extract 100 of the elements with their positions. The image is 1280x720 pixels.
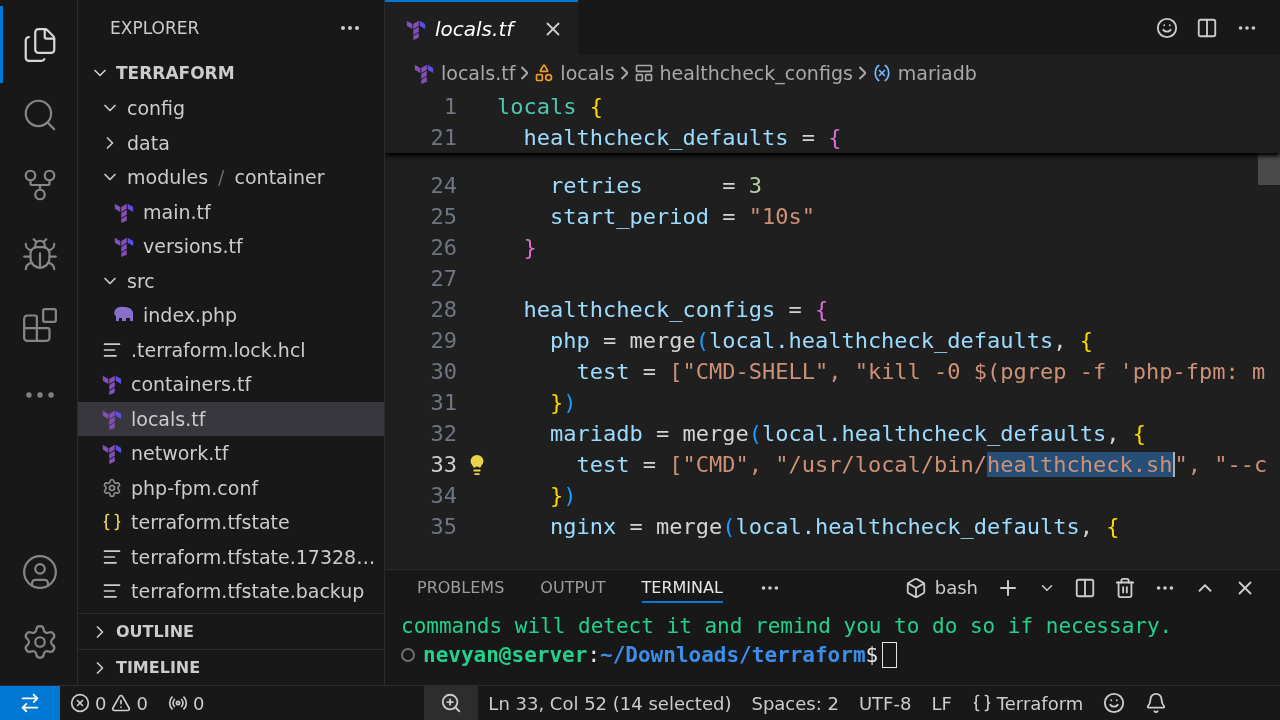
code-token: ( [748,421,762,446]
path-separator: / [218,166,225,189]
file-tree-item[interactable]: terraform.tfstate.backup [78,574,384,609]
prompt-user: nevyan@server [423,642,588,667]
terraform-icon [101,373,123,396]
file-tree-item[interactable]: network.tf [78,436,384,471]
file-tree-item[interactable]: php-fpm.conf [78,470,384,505]
file-name: container [234,166,325,189]
section-header[interactable]: OUTLINE [78,613,384,649]
breadcrumb-item[interactable]: locals.tf [441,62,516,84]
line-number: 27 [429,266,457,291]
code-token: } [522,235,537,260]
remote-button[interactable] [0,686,60,720]
file-name: terraform.tfstate.17328… [131,545,376,568]
bell-icon[interactable] [1145,692,1168,714]
smile-icon[interactable] [1156,16,1178,39]
line-number: 31 [429,390,457,415]
trash-icon[interactable] [1114,576,1136,599]
code-token: = [721,204,737,229]
file-tree-item[interactable]: index.php [78,298,384,333]
split-editor-icon[interactable] [1196,16,1218,39]
file-tree-item[interactable]: terraform.tfstate.17328… [78,539,384,574]
code-token: mariadb [548,421,643,446]
sidebar-title: EXPLORER [110,17,200,38]
status-circle-icon [401,647,415,662]
file-name: terraform.tfstate.backup [131,580,365,603]
file-name: containers.tf [131,373,252,396]
panel-tab[interactable]: TERMINAL [641,572,723,603]
extensions-icon[interactable] [21,305,59,344]
code-token: ", "--c [1174,452,1268,477]
line-ending[interactable]: LF [931,692,952,714]
file-tree-item[interactable]: containers.tf [78,367,384,402]
file-tree-item[interactable]: terraform.tfstate [78,505,384,540]
breadcrumb-item[interactable]: locals [560,62,615,84]
line-number: 33 [429,452,457,477]
braces-icon [971,693,992,713]
error-icon [70,693,90,713]
account-icon[interactable] [21,552,59,591]
file-tree-item[interactable]: locals.tf [78,401,384,436]
shapes-icon [534,63,555,83]
code-token: healthcheck_defaults [522,125,789,150]
shell-name[interactable]: bash [934,577,978,598]
file-name: network.tf [131,442,229,465]
cursor-position[interactable]: Ln 33, Col 52 (14 selected) [488,692,732,714]
code-token: test [575,359,630,384]
warning-count[interactable]: 0 [136,692,148,714]
line-number: 1 [442,94,457,119]
section-title: TIMELINE [116,658,201,677]
code-token: = merge [654,421,749,446]
file-name: php-fpm.conf [131,476,259,499]
line-number: 25 [429,204,457,229]
gear-icon [102,477,122,498]
error-count[interactable]: 0 [95,692,107,714]
code-token: local.healthcheck_defaults [735,514,1080,539]
line-number: 21 [429,125,457,150]
terminal-cursor [882,641,898,668]
line-number: 34 [429,483,457,508]
file-tree-item[interactable]: main.tf [78,194,384,229]
zoom-in-icon [440,692,463,714]
code-token: retries [548,173,643,198]
breadcrumb-item[interactable]: healthcheck_configs [659,62,853,84]
remote-icon [19,692,41,714]
language-mode[interactable]: Terraform [996,692,1084,714]
line-number: 30 [429,359,457,384]
code-token: local.healthcheck_defaults [708,328,1054,353]
chevron-right-icon [620,66,628,80]
editor-tab[interactable]: locals.tf [385,0,578,55]
code-token: } [548,390,564,415]
structure-icon [633,63,654,83]
encoding[interactable]: UTF-8 [858,692,912,714]
line-number: 28 [429,297,457,322]
file-tree-item[interactable]: config [78,91,384,126]
panel-tab[interactable]: OUTPUT [540,572,606,603]
code-token: { [589,94,603,119]
ports-icon [167,693,188,713]
panel-tab[interactable]: PROBLEMS [417,572,505,603]
code-token: php [548,328,590,353]
file-tree-item[interactable]: modules / container [78,160,384,195]
indentation[interactable]: Spaces: 2 [751,692,839,714]
chevron-right-icon [858,66,866,80]
zoom-button[interactable] [424,686,479,720]
line-number: 24 [429,173,457,198]
terminal-output: commands will detect it and remind you to do so if necessary. [401,613,1173,638]
file-tree-item[interactable]: .terraform.lock.hcl [78,332,384,367]
code-token: "10s" [748,204,815,229]
file-tree-item[interactable]: data [78,125,384,160]
file-tree-item[interactable]: src [78,263,384,298]
folder-name: TERRAFORM [116,63,235,83]
file-tree-item[interactable]: versions.tf [78,229,384,264]
breadcrumb-item[interactable]: mariadb [897,62,977,84]
file-name: modules [127,166,209,189]
code-token: nginx [548,514,617,539]
ports-count[interactable]: 0 [192,692,205,714]
terraform-icon [101,442,123,465]
split-icon[interactable] [1074,576,1096,599]
smile-icon[interactable] [1103,692,1126,714]
folder-header[interactable]: TERRAFORM [78,55,384,91]
cube-icon [904,576,927,599]
code-token: start_period [548,204,709,229]
prompt-symbol: $ [865,642,879,667]
